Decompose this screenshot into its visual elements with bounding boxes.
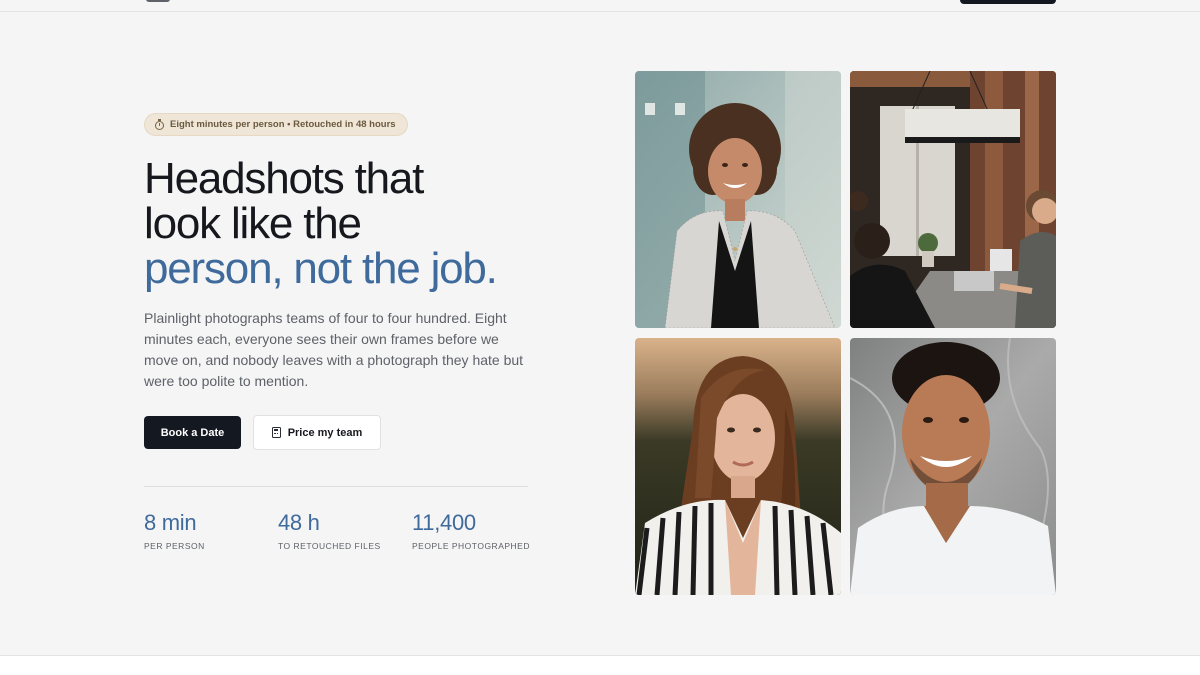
price-my-team-label: Price my team [287,426,363,439]
page: Eight minutes per person • Retouched in … [0,0,1200,675]
price-my-team-button[interactable]: Price my team [253,415,381,450]
headline-line-1: Headshots that [144,154,424,203]
headshot-photo-woman-curly-hair [635,71,841,328]
info-pill-text: Eight minutes per person • Retouched in … [170,119,396,130]
page-title: Headshots that look like the person, not… [144,156,564,291]
stat-label: TO RETOUCHED FILES [278,541,381,551]
stat-label: PEOPLE PHOTOGRAPHED [412,541,530,551]
headshot-photo-man-white-tshirt [850,338,1056,595]
stat-value: 8 min [144,510,197,535]
headline-line-2: look like the [144,199,362,248]
nav-cta-button[interactable] [960,0,1056,4]
stat-people-photographed: 11,400 PEOPLE PHOTOGRAPHED [412,510,530,551]
info-pill: Eight minutes per person • Retouched in … [144,113,408,136]
stat-label: PER PERSON [144,541,205,551]
stats-row: 8 min PER PERSON 48 h TO RETOUCHED FILES… [144,510,544,560]
calculator-icon [271,427,281,438]
book-a-date-button[interactable]: Book a Date [144,416,241,449]
stats-divider [144,486,528,487]
stat-retouched-files: 48 h TO RETOUCHED FILES [278,510,381,551]
hero-description: Plainlight photographs teams of four to … [144,310,524,389]
headshot-photo-woman-striped-shirt [635,338,841,595]
stat-value: 48 h [278,510,320,535]
stopwatch-icon [155,118,164,130]
hero-section: Eight minutes per person • Retouched in … [144,0,544,675]
stat-value: 11,400 [412,510,476,535]
stat-per-person: 8 min PER PERSON [144,510,205,551]
team-meeting-photo [850,71,1056,328]
headline-accent: person, not the job. [144,244,498,293]
next-section-edge [0,655,1200,675]
